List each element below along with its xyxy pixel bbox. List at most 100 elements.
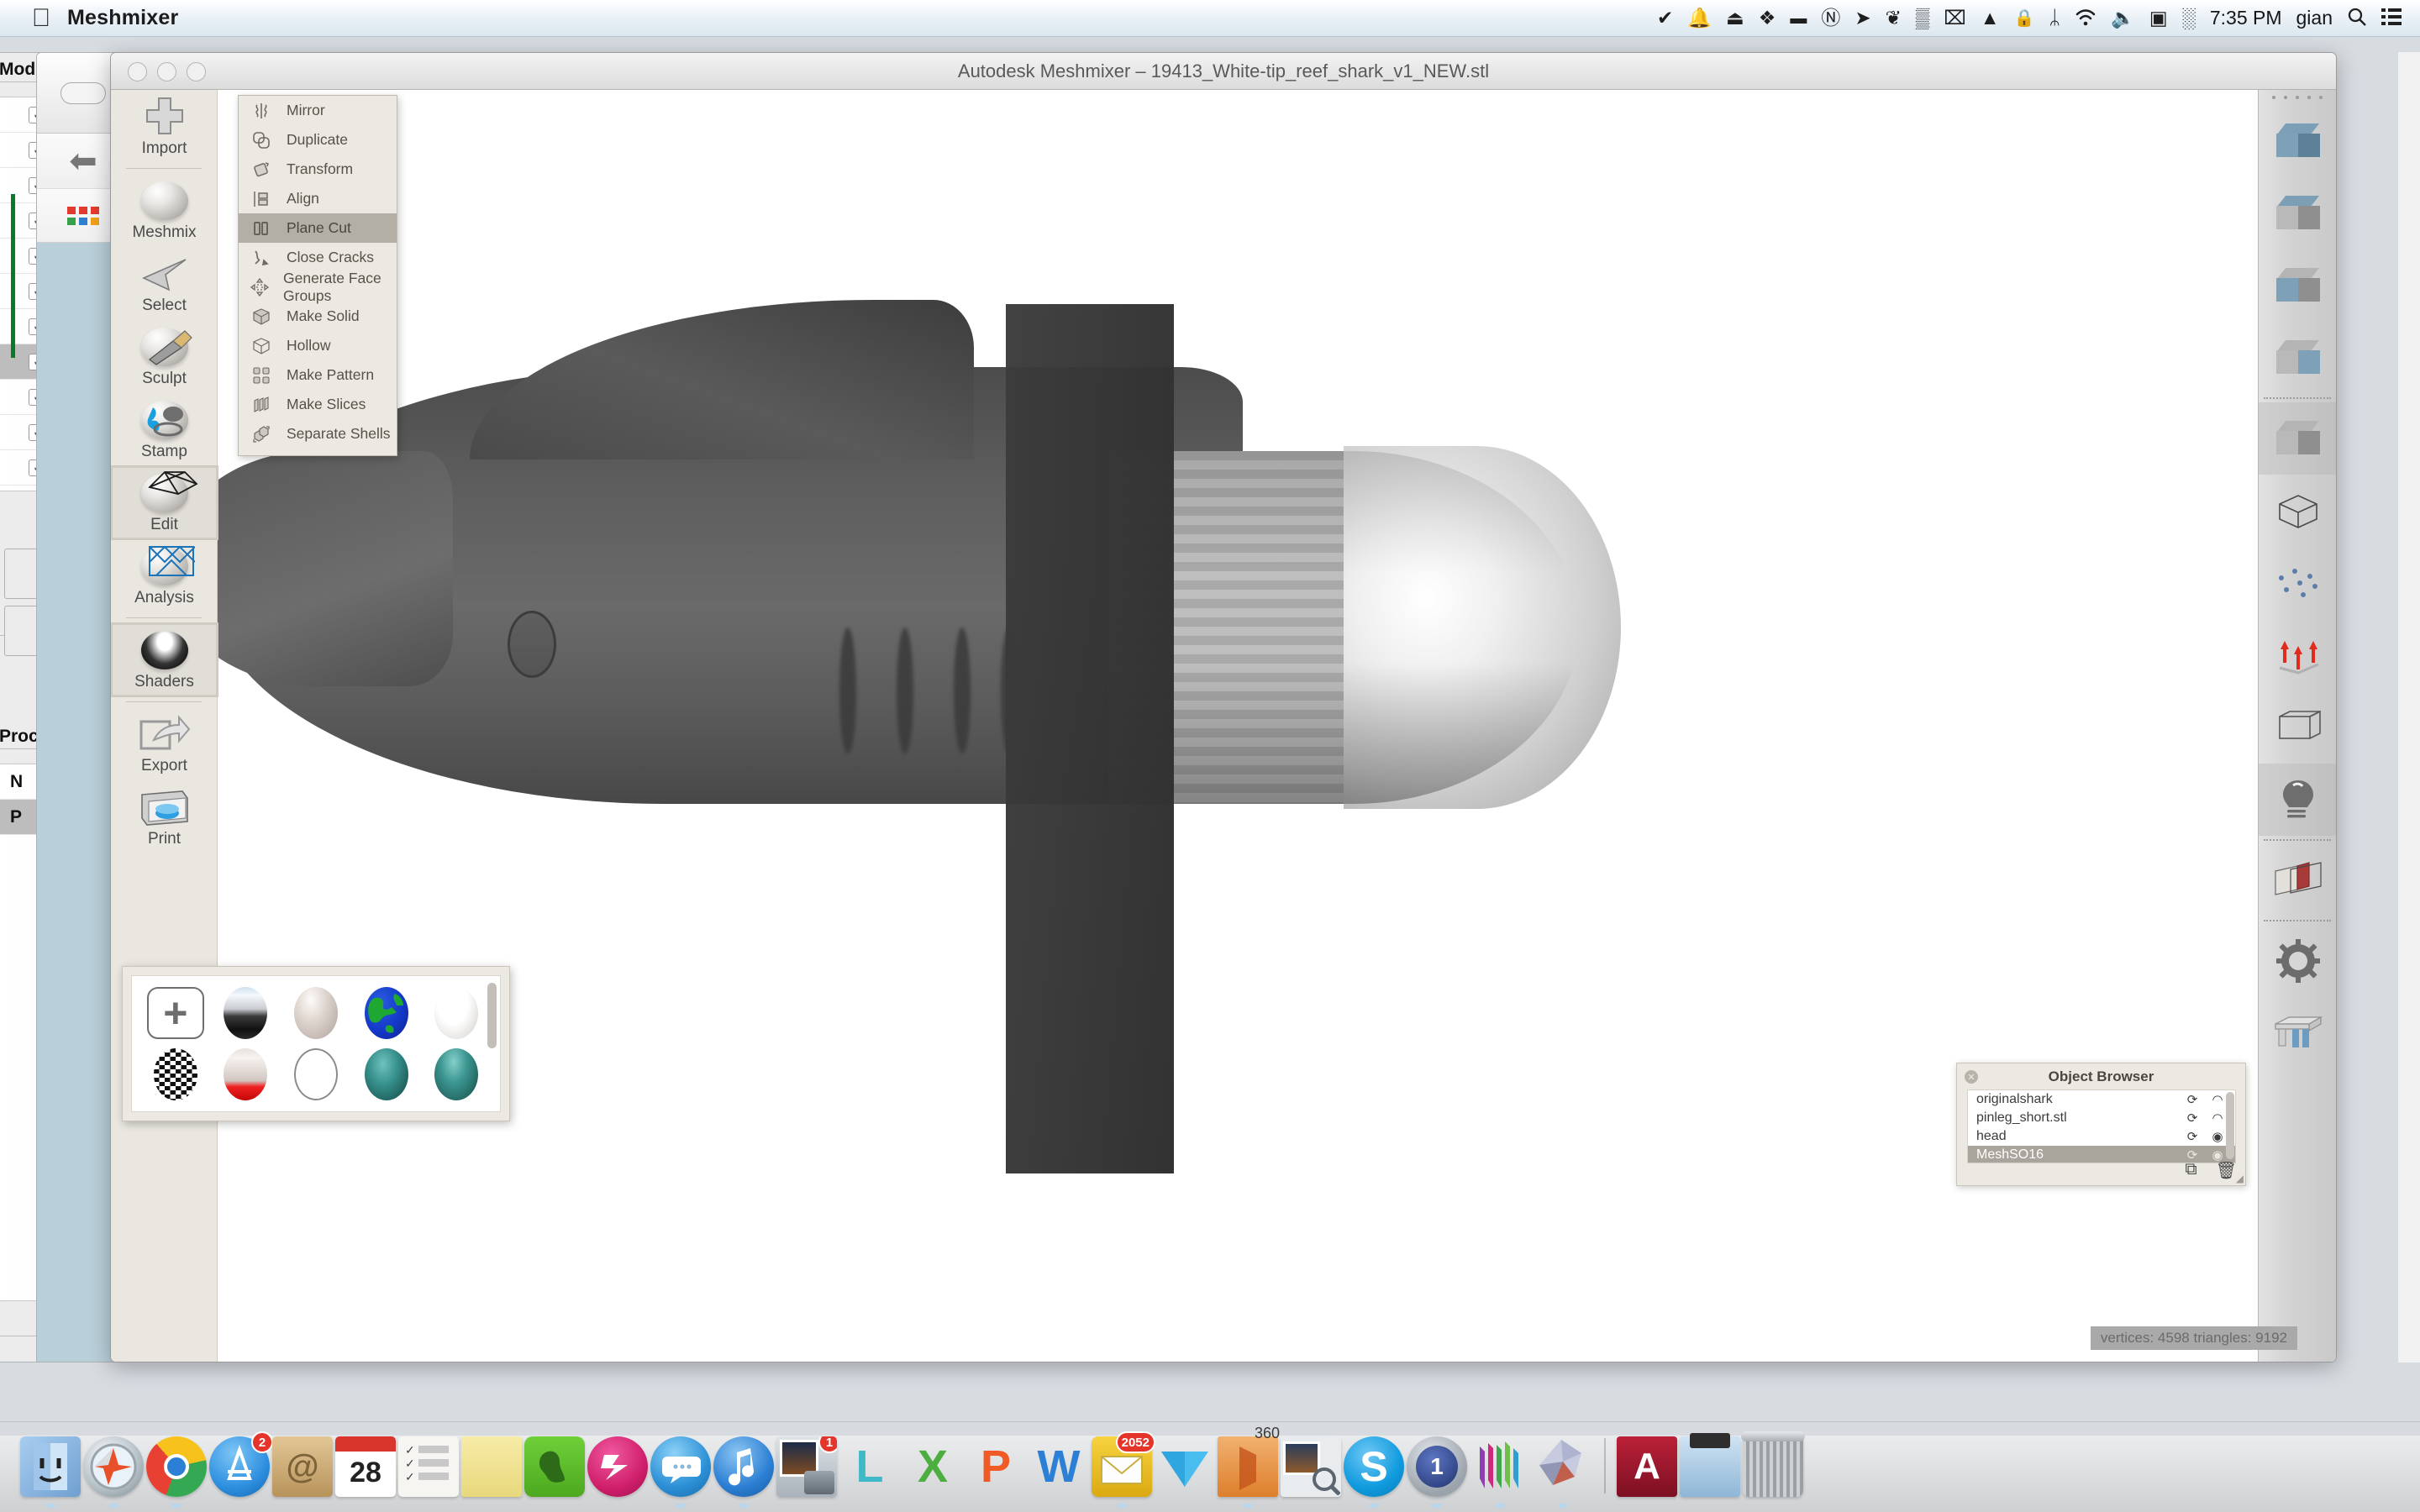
dock-preview[interactable] <box>1281 1436 1341 1497</box>
menu-item-separate-shells[interactable]: Separate Shells <box>239 419 397 449</box>
sidebar-item-print[interactable]: Print <box>111 780 218 853</box>
sidebar-item-export[interactable]: Export <box>111 707 218 780</box>
remote-icon[interactable]: ░ <box>2182 8 2196 28</box>
sidebar-item-meshmix[interactable]: Meshmix <box>111 174 218 247</box>
table-row[interactable]: head ⟳ ◉ <box>1968 1127 2235 1146</box>
toolbar-drag-handle[interactable] <box>2259 90 2336 105</box>
dock-mail[interactable]: 2052 <box>1092 1431 1155 1497</box>
dock-safari[interactable] <box>83 1436 144 1497</box>
section-plane-icon[interactable] <box>2259 844 2336 916</box>
dropbox-icon[interactable]: ❖ <box>1759 8 1776 28</box>
airplay-icon[interactable]: ▲ <box>1981 8 2000 28</box>
dock-chrome[interactable] <box>146 1436 207 1497</box>
view-shaded-icon[interactable] <box>2259 402 2336 475</box>
menu-item-make-solid[interactable]: Make Solid <box>239 302 397 331</box>
view-boundaries-icon[interactable] <box>2259 691 2336 764</box>
shader-teal-matte[interactable] <box>364 1047 408 1100</box>
shader-neutral-clay[interactable] <box>293 987 338 1040</box>
shader-blue-black-gradient[interactable] <box>224 987 268 1040</box>
evernote-icon[interactable]: ❦ <box>1886 8 1902 28</box>
object-browser-footer[interactable]: ⧉ 🗑 <box>2185 1160 2237 1181</box>
view-front-icon[interactable] <box>2259 105 2336 177</box>
checkmark-badge-icon[interactable]: ✔ <box>1657 8 1673 28</box>
alfred-icon[interactable]: Ⓝ <box>1821 8 1840 28</box>
mac-menubar[interactable]:  Meshmixer ✔ 🔔 ⏏ ❖ ▬ Ⓝ ➤ ❦ ▒ ⌧ ▲ 🔒 ᛦ 🔈 … <box>0 0 2420 37</box>
color-grid-icon[interactable] <box>67 206 99 225</box>
dock-powerpoint[interactable]: 360 <box>1218 1425 1280 1497</box>
menu-item-hollow[interactable]: Hollow <box>239 331 397 360</box>
view-toolbar[interactable] <box>2258 90 2336 1362</box>
background-window-scrollbar[interactable] <box>2398 52 2420 1362</box>
menu-item-make-slices[interactable]: Make Slices <box>239 390 397 419</box>
edit-dropdown-menu[interactable]: Mirror Duplicate Transform Align Plane C… <box>238 95 397 456</box>
wifi-icon[interactable] <box>2075 8 2096 29</box>
sidebar-item-sculpt[interactable]: Sculpt <box>111 320 218 393</box>
view-left-icon[interactable] <box>2259 249 2336 322</box>
dock-app-store[interactable]: 2 <box>209 1431 273 1497</box>
view-points-icon[interactable] <box>2259 547 2336 619</box>
dock-contacts[interactable]: @ <box>272 1436 333 1497</box>
dock-photoshop[interactable]: P <box>965 1436 1026 1497</box>
minimize-button[interactable] <box>157 61 176 81</box>
menu-item-mirror[interactable]: Mirror <box>239 96 397 125</box>
object-list[interactable]: originalshark ⟳ ◠ pinleg_short.stl ⟳ ◠ h… <box>1967 1089 2236 1163</box>
view-right-icon[interactable] <box>2259 322 2336 394</box>
resize-handle-icon[interactable]: ◢ <box>2236 1173 2244 1184</box>
dock-things[interactable] <box>587 1436 648 1497</box>
dock-reminders[interactable]: ✓ ✓ ✓ <box>398 1436 459 1497</box>
zoom-button[interactable] <box>187 61 206 81</box>
traffic-lights[interactable] <box>128 53 206 90</box>
sidebar-item-shaders[interactable]: Shaders <box>111 623 218 696</box>
plane-cut-preview-plane[interactable] <box>1006 304 1174 1173</box>
view-top-icon[interactable] <box>2259 177 2336 249</box>
bluetooth-icon[interactable]: ᛦ <box>2049 8 2060 28</box>
grid-panels-icon[interactable]: ▒ <box>1916 8 1929 28</box>
menu-item-duplicate[interactable]: Duplicate <box>239 125 397 155</box>
dock-xcode[interactable]: X <box>902 1436 963 1497</box>
shader-grid[interactable]: + <box>131 975 501 1112</box>
delete-object-icon[interactable]: 🗑 <box>2216 1160 2237 1181</box>
close-icon[interactable]: ✕ <box>1965 1070 1978 1084</box>
printer-bed-icon[interactable] <box>2259 997 2336 1069</box>
dock-alarm[interactable]: 1 <box>1407 1436 1467 1497</box>
view-wireframe-icon[interactable] <box>2259 475 2336 547</box>
viewport-3d[interactable] <box>218 90 2258 1362</box>
menubar-clock[interactable]: 7:35 PM <box>2210 7 2282 29</box>
shader-checkerboard[interactable] <box>153 1047 197 1100</box>
sidebar-item-import[interactable]: Import <box>111 90 218 163</box>
object-list-scrollbar[interactable] <box>2226 1092 2234 1159</box>
menu-item-make-pattern[interactable]: Make Pattern <box>239 360 397 390</box>
dock-trash[interactable] <box>1741 1431 1805 1497</box>
sidebar-item-analysis[interactable]: Analysis <box>111 539 218 612</box>
add-shader-plus-icon[interactable]: + <box>146 987 204 1040</box>
dock-finder[interactable] <box>20 1436 81 1497</box>
dock-documents-folder[interactable] <box>1680 1433 1740 1497</box>
transmit-icon[interactable]: ➤ <box>1854 8 1870 28</box>
pin-icon[interactable]: ⟳ <box>2180 1092 2205 1107</box>
back-arrow-icon[interactable]: ⬅ <box>69 144 97 178</box>
sidebar-item-select[interactable]: Select <box>111 247 218 320</box>
table-row[interactable]: pinleg_short.stl ⟳ ◠ <box>1968 1109 2235 1127</box>
shader-earth-globe[interactable] <box>364 987 408 1040</box>
tool-rail[interactable]: Import Meshmix Select Sculpt Stamp Edit … <box>111 90 218 1362</box>
menubar-app-name[interactable]: Meshmixer <box>67 6 178 30</box>
dock-lightroom[interactable]: L <box>839 1436 900 1497</box>
dock-evernote[interactable] <box>524 1436 585 1497</box>
sidebar-item-edit[interactable]: Edit <box>111 466 218 539</box>
sidebar-item-stamp[interactable]: Stamp <box>111 393 218 466</box>
dock-stickies[interactable] <box>461 1436 522 1497</box>
search-icon[interactable] <box>2347 7 2367 30</box>
dock-skype[interactable]: S <box>1344 1436 1404 1497</box>
dock-numbers[interactable] <box>1470 1436 1530 1497</box>
menubar-user[interactable]: gian <box>2296 7 2333 29</box>
eject-box-icon[interactable]: ⏏ <box>1726 8 1744 28</box>
window-titlebar[interactable]: Autodesk Meshmixer – 19413_White-tip_ree… <box>111 53 2336 90</box>
menu-item-align[interactable]: Align <box>239 184 397 213</box>
pin-icon[interactable]: ⟳ <box>2180 1129 2205 1144</box>
shader-white-gloss[interactable] <box>434 987 479 1040</box>
object-browser-panel[interactable]: ✕ Object Browser originalshark ⟳ ◠ pinle… <box>1956 1063 2246 1186</box>
duplicate-object-icon[interactable]: ⧉ <box>2185 1160 2196 1181</box>
notification-center-icon[interactable] <box>2381 8 2402 29</box>
apple-logo-icon[interactable]:  <box>22 5 60 31</box>
menu-item-generate-face-groups[interactable]: Generate Face Groups <box>239 270 397 304</box>
